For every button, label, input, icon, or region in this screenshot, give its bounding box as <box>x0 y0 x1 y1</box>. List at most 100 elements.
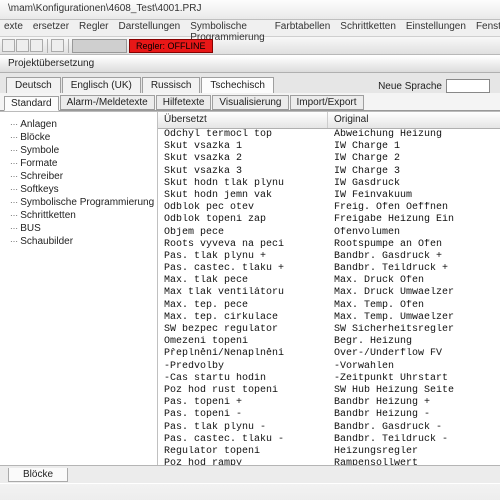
menu-item[interactable]: exte <box>4 21 23 35</box>
offline-status: Regler: OFFLINE <box>129 39 213 53</box>
table-row[interactable]: Skut vsazka 1IW Charge 1 <box>158 141 500 153</box>
tree-item[interactable]: Anlagen <box>4 118 153 131</box>
cell-original: Bandbr. Teildruck - <box>328 434 500 446</box>
table-row[interactable]: Max. tep. cirkulaceMax. Temp. Umwaelzer <box>158 312 500 324</box>
cell-translated: Objem pece <box>158 227 328 239</box>
cell-original: Abweichung Heizung <box>328 129 500 141</box>
sub-tabs: Standard Alarm-/Meldetexte Hilfetexte Vi… <box>0 93 500 111</box>
table-row[interactable]: Skut hodn tlak plynuIW Gasdruck <box>158 178 500 190</box>
toolbar-button[interactable] <box>51 39 64 52</box>
table-row[interactable]: Poz hod rampyRampensollwert <box>158 458 500 465</box>
cell-translated: Pas. tlak plynu + <box>158 251 328 263</box>
tab-import-export[interactable]: Import/Export <box>290 95 364 110</box>
table-row[interactable]: Skut hodn jemn vakIW Feinvakuum <box>158 190 500 202</box>
footer-tabs: Blöcke <box>0 465 500 483</box>
tab-alarmtexte[interactable]: Alarm-/Meldetexte <box>60 95 155 110</box>
table-row[interactable]: Skut vsazka 2IW Charge 2 <box>158 153 500 165</box>
cell-translated: Odchyl termocl top <box>158 129 328 141</box>
workspace: Anlagen Blöcke Symbole Formate Schreiber… <box>0 111 500 465</box>
tab-visualisierung[interactable]: Visualisierung <box>212 95 288 110</box>
cell-original: Bandbr Heizung + <box>328 397 500 409</box>
table-row[interactable]: Objem peceOfenvolumen <box>158 227 500 239</box>
table-header: Übersetzt Original <box>158 112 500 129</box>
table-row[interactable]: Poz hod rust topeniSW Hub Heizung Seite <box>158 385 500 397</box>
cell-translated: -Predvolby <box>158 361 328 373</box>
cell-translated: Max. tep. pece <box>158 300 328 312</box>
col-original[interactable]: Original <box>328 112 500 128</box>
table-row[interactable]: Omezeni topeniBegr. Heizung <box>158 336 500 348</box>
tab-standard[interactable]: Standard <box>4 96 59 111</box>
table-row[interactable]: Pas. castec. tlaku +Bandbr. Teildruck + <box>158 263 500 275</box>
cell-original: Rampensollwert <box>328 458 500 465</box>
cell-original: Begr. Heizung <box>328 336 500 348</box>
table-row[interactable]: Max. tep. peceMax. Temp. Ofen <box>158 300 500 312</box>
menu-item[interactable]: Schrittketten <box>340 21 396 35</box>
table-row[interactable]: -Cas startu hodin-Zeitpunkt Uhrstart <box>158 373 500 385</box>
table-row[interactable]: Pas. tlak plynu -Bandbr. Gasdruck - <box>158 422 500 434</box>
menu-item[interactable]: Fenster <box>476 21 500 35</box>
cell-original: Rootspumpe an Ofen <box>328 239 500 251</box>
menu-item[interactable]: Einstellungen <box>406 21 466 35</box>
tree-item[interactable]: Symbole <box>4 144 153 157</box>
tree-item[interactable]: Schrittketten <box>4 209 153 222</box>
cell-translated: Poz hod rampy <box>158 458 328 465</box>
tree-item[interactable]: Symbolische Programmierung <box>4 196 153 209</box>
cell-translated: Pas. topeni - <box>158 409 328 421</box>
cell-translated: SW bezpec regulator <box>158 324 328 336</box>
tab-hilfetexte[interactable]: Hilfetexte <box>156 95 212 110</box>
cell-original: Max. Druck Ofen <box>328 275 500 287</box>
table-row[interactable]: Pas. topeni -Bandbr Heizung - <box>158 409 500 421</box>
menu-item[interactable]: Farbtabellen <box>275 21 331 35</box>
menu-item[interactable]: Regler <box>79 21 108 35</box>
lang-tab-russian[interactable]: Russisch <box>142 77 201 93</box>
tree-item[interactable]: BUS <box>4 222 153 235</box>
cell-original: IW Charge 2 <box>328 153 500 165</box>
col-translated[interactable]: Übersetzt <box>158 112 328 128</box>
cell-original: SW Hub Heizung Seite <box>328 385 500 397</box>
tree-item[interactable]: Formate <box>4 157 153 170</box>
separator <box>68 39 69 53</box>
cell-translated: Poz hod rust topeni <box>158 385 328 397</box>
lang-tab-czech[interactable]: Tschechisch <box>201 77 273 93</box>
tree-item[interactable]: Schaubilder <box>4 235 153 248</box>
toolbar-button[interactable] <box>16 39 29 52</box>
cell-translated: Pas. castec. tlaku + <box>158 263 328 275</box>
cell-original: Max. Temp. Ofen <box>328 300 500 312</box>
cell-translated: Max tlak ventilátoru <box>158 287 328 299</box>
tree-item[interactable]: Schreiber <box>4 170 153 183</box>
table-row[interactable]: Skut vsazka 3IW Charge 3 <box>158 166 500 178</box>
table-row[interactable]: -Predvolby-Vorwahlen <box>158 361 500 373</box>
table-row[interactable]: Přeplnění/NenaplněníOver-/Underflow FV <box>158 348 500 360</box>
cell-original: Bandbr. Gasdruck + <box>328 251 500 263</box>
new-language-input[interactable] <box>446 79 490 93</box>
cell-translated: Skut vsazka 3 <box>158 166 328 178</box>
cell-original: Freigabe Heizung Ein <box>328 214 500 226</box>
translation-table: Übersetzt Original Odchyl termocl topAbw… <box>158 112 500 465</box>
table-row[interactable]: SW bezpec regulatorSW Sicherheitsregler <box>158 324 500 336</box>
tree-item[interactable]: Softkeys <box>4 183 153 196</box>
new-language-label: Neue Sprache <box>378 81 442 92</box>
cell-original: IW Charge 3 <box>328 166 500 178</box>
menu-item[interactable]: Symbolische Programmierung <box>190 21 264 35</box>
table-row[interactable]: Odblok pec otevFreig. Ofen Oeffnen <box>158 202 500 214</box>
table-row[interactable]: Max tlak ventilátoruMax. Druck Umwaelzer <box>158 287 500 299</box>
toolbar-button[interactable] <box>2 39 15 52</box>
table-row[interactable]: Roots vyveva na peciRootspumpe an Ofen <box>158 239 500 251</box>
toolbar-button[interactable] <box>30 39 43 52</box>
table-row[interactable]: Odblok topeni zapFreigabe Heizung Ein <box>158 214 500 226</box>
menu-item[interactable]: ersetzer <box>33 21 69 35</box>
menu-item[interactable]: Darstellungen <box>119 21 181 35</box>
table-row[interactable]: Pas. castec. tlaku -Bandbr. Teildruck - <box>158 434 500 446</box>
table-row[interactable]: Max. tlak peceMax. Druck Ofen <box>158 275 500 287</box>
lang-tab-deutsch[interactable]: Deutsch <box>6 77 61 93</box>
table-row[interactable]: Regulator topeniHeizungsregler <box>158 446 500 458</box>
table-row[interactable]: Pas. topeni +Bandbr Heizung + <box>158 397 500 409</box>
cell-translated: Regulator topeni <box>158 446 328 458</box>
tree-item[interactable]: Blöcke <box>4 131 153 144</box>
table-row[interactable]: Pas. tlak plynu +Bandbr. Gasdruck + <box>158 251 500 263</box>
cell-translated: Odblok pec otev <box>158 202 328 214</box>
cell-original: Bandbr. Teildruck + <box>328 263 500 275</box>
lang-tab-english[interactable]: Englisch (UK) <box>62 77 141 93</box>
footer-tab-bloecke[interactable]: Blöcke <box>8 468 68 482</box>
table-row[interactable]: Odchyl termocl topAbweichung Heizung <box>158 129 500 141</box>
